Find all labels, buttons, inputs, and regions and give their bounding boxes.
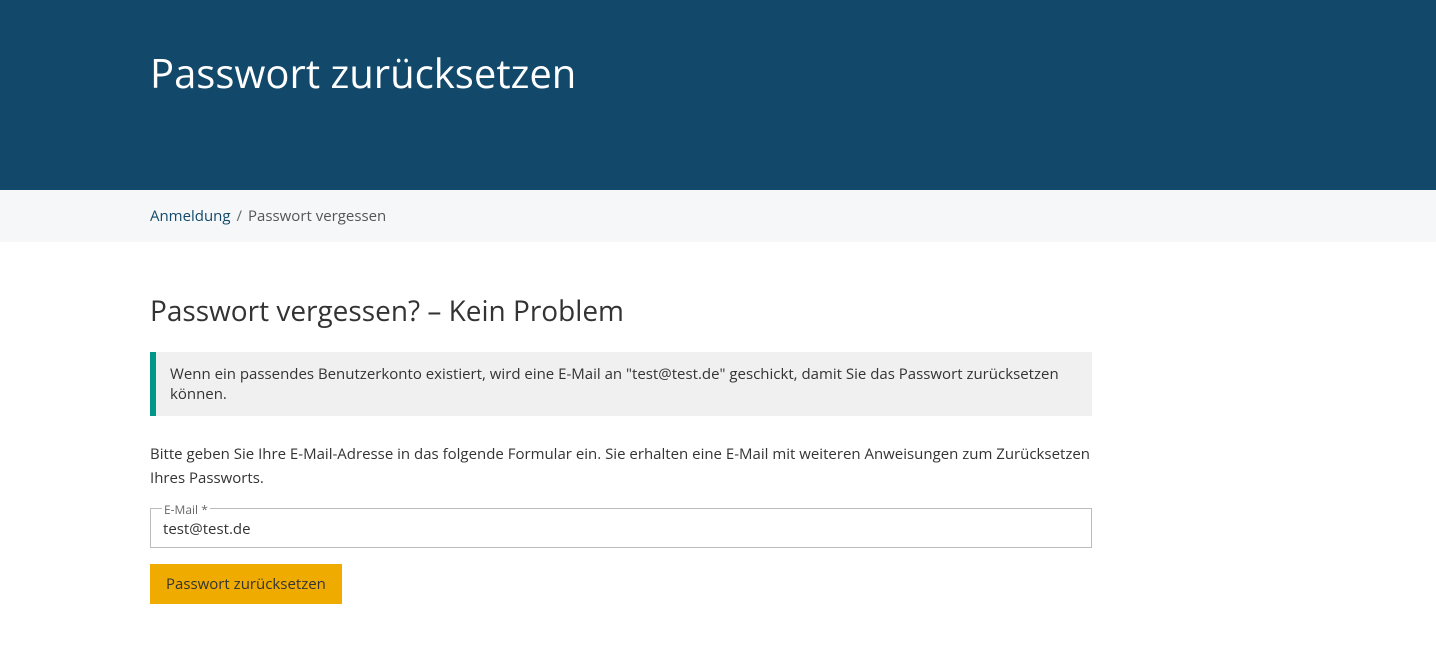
- alert-text: Wenn ein passendes Benutzerkonto existie…: [170, 364, 1059, 404]
- page-title: Passwort zurücksetzen: [150, 45, 1436, 100]
- breadcrumb-separator: /: [237, 206, 243, 226]
- breadcrumb-link-anmeldung[interactable]: Anmeldung: [150, 206, 231, 226]
- required-marker: *: [201, 501, 208, 518]
- page-header: Passwort zurücksetzen: [0, 0, 1436, 190]
- main-content: Passwort vergessen? – Kein Problem Wenn …: [0, 242, 1436, 664]
- breadcrumb: Anmeldung / Passwort vergessen: [150, 206, 1436, 226]
- breadcrumb-bar: Anmeldung / Passwort vergessen: [0, 190, 1436, 242]
- email-label-text: E-Mail: [164, 501, 198, 518]
- email-form-group: E-Mail *: [150, 508, 1092, 548]
- email-field[interactable]: [150, 508, 1092, 548]
- email-label: E-Mail *: [162, 501, 210, 518]
- reset-password-button[interactable]: Passwort zurücksetzen: [150, 564, 342, 604]
- success-alert: Wenn ein passendes Benutzerkonto existie…: [150, 352, 1092, 416]
- breadcrumb-current: Passwort vergessen: [248, 206, 386, 226]
- instruction-text: Bitte geben Sie Ihre E-Mail-Adresse in d…: [150, 442, 1092, 490]
- section-heading: Passwort vergessen? – Kein Problem: [150, 292, 1092, 330]
